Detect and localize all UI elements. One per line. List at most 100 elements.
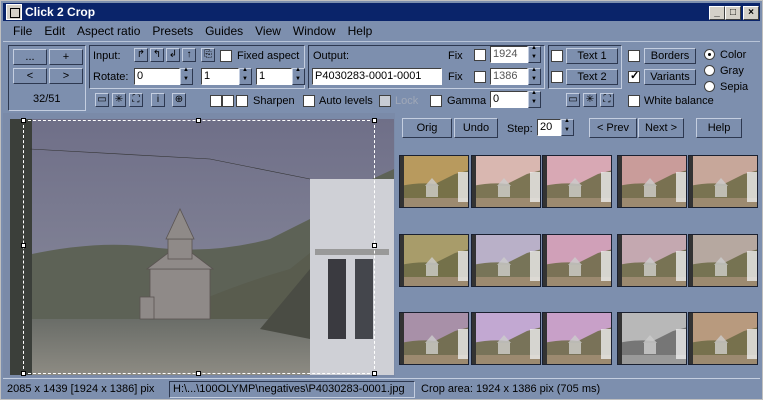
output-height-input[interactable]: 1386 [490,68,528,85]
variant-thumbnail[interactable] [471,312,541,365]
menu-view[interactable]: View [249,22,287,41]
image-counter: 32/51 [33,93,61,105]
variant-thumbnail[interactable] [399,234,469,287]
image-size-status: 2085 x 1439 [1924 x 1386] pix [7,383,155,395]
flip-icon[interactable]: ↲ [166,48,180,62]
fit-output-icon[interactable]: ⛶ [600,93,614,107]
menu-help[interactable]: Help [342,22,379,41]
crop-grid-icon[interactable]: ✳ [112,93,126,107]
gamma-spinner[interactable] [528,90,541,108]
rotate-right-icon[interactable]: ↱ [134,48,148,62]
help-button[interactable]: Help [696,118,742,138]
fix-width-checkbox[interactable] [474,49,486,61]
info-icon[interactable]: i [151,93,165,107]
variant-thumbnail[interactable] [399,312,469,365]
crop-handle-tr[interactable] [372,118,377,123]
sharpen-mode1-checkbox[interactable] [210,95,222,107]
output-filename-input[interactable]: P4030283-0001-0001 [312,68,442,85]
borders-checkbox[interactable] [628,50,640,62]
menu-aspect-ratio[interactable]: Aspect ratio [71,22,146,41]
crop-handle-tl[interactable] [21,118,26,123]
borders-button[interactable]: Borders [644,48,696,64]
crop-handle-r[interactable] [372,243,377,248]
variant-thumbnail[interactable] [542,234,612,287]
next-image-button[interactable]: > [49,68,83,84]
rotate-input[interactable]: 0 [134,68,180,85]
copy-aspect-icon[interactable]: ⎘ [201,48,215,62]
menu-edit[interactable]: Edit [38,22,71,41]
undo-button[interactable]: Undo [454,118,498,138]
browse-button[interactable]: ... [13,49,47,65]
variant-thumbnail[interactable] [617,155,687,208]
crop-handle-bl[interactable] [21,371,26,376]
variants-checkbox[interactable] [628,69,640,83]
maximize-icon[interactable]: □ [725,6,741,20]
next-button[interactable]: Next > [638,118,684,138]
menu-guides[interactable]: Guides [199,22,249,41]
sharpen-checkbox[interactable] [236,95,248,107]
crop-handle-br[interactable] [372,371,377,376]
minimize-icon[interactable]: _ [709,6,725,20]
guides-icon[interactable]: ⊕ [172,93,186,107]
crop-handle-t[interactable] [196,118,201,123]
text1-button[interactable]: Text 1 [566,48,618,64]
crop-rectangle[interactable] [23,120,375,374]
text1-checkbox[interactable] [551,50,563,62]
gamma-input[interactable]: 0 [490,91,528,108]
variant-thumbnail[interactable] [688,155,758,208]
lock-checkbox[interactable] [379,95,391,107]
fit-icon[interactable]: ⛶ [129,93,143,107]
variant-thumbnail[interactable] [688,312,758,365]
fix-height-checkbox[interactable] [474,71,486,83]
auto-levels-checkbox[interactable] [303,95,315,107]
gray-radio[interactable] [704,65,715,76]
gray-label: Gray [720,65,744,77]
aspect-b-spinner[interactable] [292,67,305,85]
rotate-left-icon[interactable]: ↰ [150,48,164,62]
menu-file[interactable]: File [7,22,38,41]
menu-window[interactable]: Window [287,22,342,41]
variant-thumbnail[interactable] [471,155,541,208]
fix-width-label: Fix [448,50,463,62]
crop-area-status: Crop area: 1924 x 1386 pix (705 ms) [421,383,601,395]
prev-image-button[interactable]: < [13,68,47,84]
menu-presets[interactable]: Presets [146,22,199,41]
grid-output-icon[interactable]: ✳ [583,93,597,107]
aspect-b-input[interactable]: 1 [256,68,292,85]
variants-button[interactable]: Variants [644,69,696,85]
crop-handle-b[interactable] [196,371,201,376]
aspect-a-spinner[interactable] [239,67,252,85]
monitor-icon[interactable]: ▭ [95,93,109,107]
output-height-spinner[interactable] [528,67,541,85]
variant-thumbnail[interactable] [399,155,469,208]
output-width-input[interactable]: 1924 [490,46,528,63]
add-button[interactable]: + [49,49,83,65]
aspect-a-input[interactable]: 1 [201,68,239,85]
step-input[interactable]: 20 [537,119,561,136]
variant-thumbnail[interactable] [617,312,687,365]
monitor-output-icon[interactable]: ▭ [566,93,580,107]
orig-button[interactable]: Orig [402,118,452,138]
sharpen-label: Sharpen [253,95,295,107]
sepia-radio[interactable] [704,81,715,92]
close-icon[interactable]: × [743,6,759,20]
fixed-aspect-checkbox[interactable] [220,50,232,62]
rotate-spinner[interactable] [180,67,193,85]
color-radio[interactable] [704,49,715,60]
step-spinner[interactable] [561,118,574,136]
sharpen-mode2-checkbox[interactable] [222,95,234,107]
gamma-checkbox[interactable] [430,95,442,107]
variant-thumbnail[interactable] [542,155,612,208]
rotate-up-icon[interactable]: ↑ [182,48,196,62]
prev-button[interactable]: < Prev [589,118,637,138]
output-width-spinner[interactable] [528,45,541,63]
text2-button[interactable]: Text 2 [566,69,618,85]
color-label: Color [720,49,747,61]
white-balance-checkbox[interactable] [628,95,640,107]
variant-thumbnail[interactable] [542,312,612,365]
text2-checkbox[interactable] [551,71,563,83]
variant-thumbnail[interactable] [471,234,541,287]
crop-handle-l[interactable] [21,243,26,248]
variant-thumbnail[interactable] [617,234,687,287]
variant-thumbnail[interactable] [688,234,758,287]
